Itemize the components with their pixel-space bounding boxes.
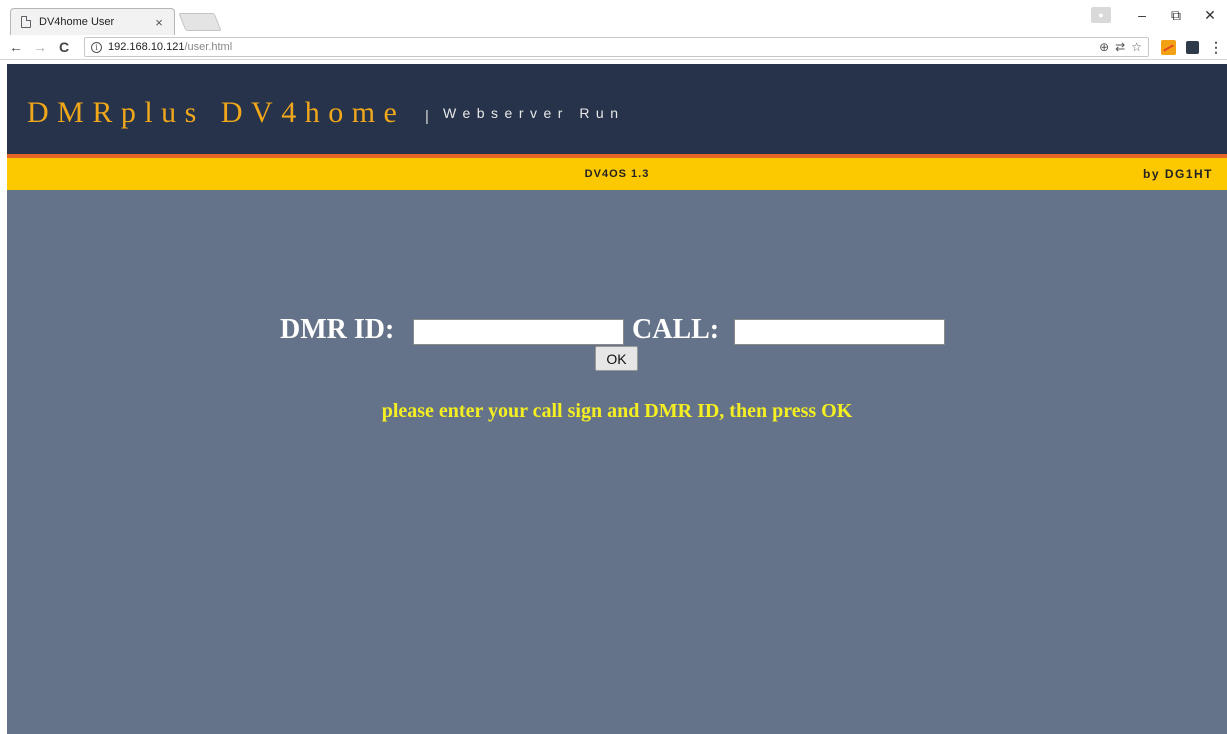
- tab-title: DV4home User: [39, 16, 115, 28]
- status-bar: DV4OS 1.3 by DG1HT: [7, 158, 1227, 190]
- browser-tab[interactable]: DV4home User ×: [10, 8, 175, 35]
- dmr-id-label: DMR ID:: [280, 314, 395, 345]
- profile-icon[interactable]: ●: [1091, 7, 1111, 23]
- site-brand: DMRplus DV4home: [27, 96, 406, 129]
- call-label: CALL:: [632, 314, 720, 345]
- ok-button[interactable]: OK: [595, 346, 638, 371]
- window-controls: ● – ⧉ ✕: [1091, 0, 1227, 30]
- address-bar[interactable]: i 192.168.10.121 /user.html ⊕ ⇄ ☆: [84, 37, 1149, 57]
- url-host: 192.168.10.121: [108, 41, 185, 53]
- url-path: /user.html: [184, 41, 233, 53]
- author-label: by DG1HT: [1142, 167, 1213, 181]
- restore-button[interactable]: ⧉: [1159, 0, 1193, 30]
- site-header: DMRplus DV4home | Webserver Run: [7, 64, 1227, 154]
- reload-button[interactable]: C: [54, 37, 74, 57]
- back-button[interactable]: ←: [6, 37, 26, 57]
- version-label: DV4OS 1.3: [584, 168, 650, 180]
- bookmark-star-icon[interactable]: ☆: [1131, 40, 1142, 54]
- new-tab-button[interactable]: [178, 13, 222, 31]
- page-content: DMRplus DV4home | Webserver Run DV4OS 1.…: [7, 64, 1227, 734]
- forward-button[interactable]: →: [30, 37, 50, 57]
- minimize-button[interactable]: –: [1125, 0, 1159, 30]
- call-input[interactable]: [734, 319, 945, 345]
- browser-menu-icon[interactable]: ⋮: [1209, 39, 1223, 56]
- extension-icon[interactable]: [1186, 41, 1199, 54]
- browser-toolbar: ← → C i 192.168.10.121 /user.html ⊕ ⇄ ☆ …: [0, 35, 1227, 60]
- site-tagline: Webserver Run: [443, 105, 625, 121]
- instruction-text: please enter your call sign and DMR ID, …: [381, 400, 853, 422]
- browser-tab-bar: DV4home User × ● – ⧉ ✕: [0, 0, 1227, 35]
- translate-icon[interactable]: ⇄: [1115, 40, 1125, 54]
- tab-close-icon[interactable]: ×: [152, 15, 166, 30]
- zoom-icon[interactable]: ⊕: [1099, 40, 1109, 54]
- close-window-button[interactable]: ✕: [1193, 0, 1227, 30]
- dmr-id-input[interactable]: [413, 319, 624, 345]
- info-icon[interactable]: i: [91, 41, 102, 53]
- user-form: DMR ID: CALL:: [7, 314, 1227, 348]
- extension-chart-icon[interactable]: [1161, 40, 1176, 55]
- header-separator: |: [425, 108, 429, 125]
- page-icon: [21, 16, 31, 28]
